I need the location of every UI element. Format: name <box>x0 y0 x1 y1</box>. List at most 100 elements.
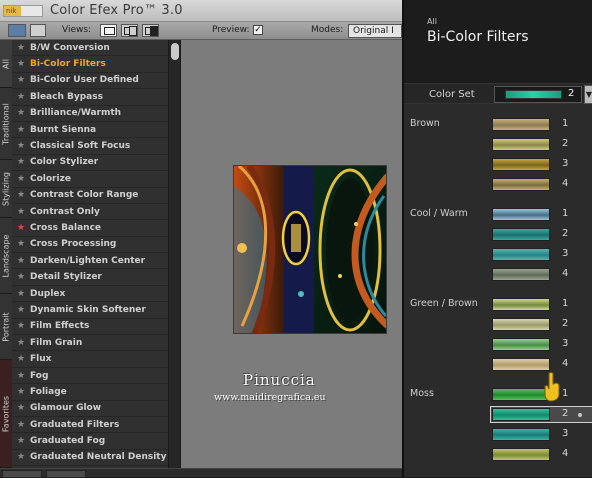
filter-item[interactable]: ★ Duplex <box>12 286 168 303</box>
filter-item-label: Bleach Bypass <box>30 91 103 102</box>
star-icon[interactable]: ★ <box>12 403 30 413</box>
swatch-number: 4 <box>562 358 569 369</box>
star-icon[interactable]: ★ <box>12 305 30 315</box>
star-icon[interactable]: ★ <box>12 354 30 364</box>
color-swatch-button[interactable] <box>492 178 550 191</box>
color-swatch-button[interactable] <box>492 318 550 331</box>
star-icon[interactable]: ★ <box>12 207 30 217</box>
color-swatch-button[interactable] <box>492 118 550 131</box>
filter-item[interactable]: ★ Graduated Filters <box>12 417 168 434</box>
color-swatch-button[interactable] <box>492 138 550 151</box>
scrollbar-thumb[interactable] <box>171 43 179 60</box>
star-icon[interactable]: ★ <box>12 272 30 282</box>
star-icon[interactable]: ★ <box>12 387 30 397</box>
color-swatch-button[interactable] <box>492 158 550 171</box>
star-icon[interactable]: ★ <box>12 371 30 381</box>
swatch-number: 2 <box>562 408 569 419</box>
modes-dropdown[interactable]: Original I <box>348 24 402 38</box>
star-icon[interactable]: ★ <box>12 321 30 331</box>
tab-traditional[interactable]: Traditional <box>0 88 12 160</box>
filter-item[interactable]: ★ Classical Soft Focus <box>12 138 168 155</box>
preview-checkbox[interactable]: ✓ <box>253 25 263 35</box>
filter-item[interactable]: ★ Cross Balance <box>12 220 168 237</box>
star-icon[interactable]: ★ <box>12 75 30 85</box>
filter-item-label: Burnt Sienna <box>30 124 97 135</box>
filter-item[interactable]: ★ Burnt Sienna <box>12 122 168 139</box>
star-icon[interactable]: ★ <box>12 190 30 200</box>
filter-item[interactable]: ★ B/W Conversion <box>12 40 168 57</box>
watermark-name: Pinuccia <box>243 371 316 389</box>
tab-portrait[interactable]: Portrait <box>0 294 12 360</box>
star-icon[interactable]: ★ <box>12 420 30 430</box>
star-icon[interactable]: ★ <box>12 43 30 53</box>
star-icon[interactable]: ★ <box>12 338 30 348</box>
color-swatch-button[interactable] <box>492 428 550 441</box>
filter-item[interactable]: ★ Detail Stylizer <box>12 269 168 286</box>
view-split-button[interactable] <box>121 24 138 37</box>
filter-item[interactable]: ★ Brilliance/Warmth <box>12 106 168 122</box>
star-icon[interactable]: ★ <box>12 157 30 167</box>
color-set-dropdown[interactable]: 2 <box>494 86 582 103</box>
filter-item[interactable]: ★ Graduated Neutral Density <box>12 450 168 467</box>
color-swatch-button[interactable] <box>492 268 550 281</box>
filter-item-label: Graduated Fog <box>30 436 106 447</box>
color-swatch-button[interactable] <box>492 298 550 311</box>
filter-list: ★ B/W Conversion ★ Bi-Color Filters ★ Bi-Colo… <box>12 40 168 468</box>
view-side-by-side-button[interactable] <box>142 24 159 37</box>
color-swatch-button[interactable] <box>492 338 550 351</box>
filter-item[interactable]: ★ Graduated Fog <box>12 433 168 450</box>
star-icon[interactable]: ★ <box>12 59 30 69</box>
color-swatch-button[interactable] <box>492 248 550 261</box>
star-icon[interactable]: ★ <box>12 108 30 118</box>
filter-item[interactable]: ★ Film Effects <box>12 319 168 336</box>
star-icon[interactable]: ★ <box>12 141 30 151</box>
filter-item[interactable]: ★ Color Stylizer <box>12 155 168 172</box>
swatch-number: 2 <box>562 228 569 239</box>
filter-item[interactable]: ★ Darken/Lighten Center <box>12 253 168 270</box>
star-icon[interactable]: ★ <box>12 223 30 233</box>
filter-item[interactable]: ★ Dynamic Skin Softener <box>12 302 168 319</box>
filter-item[interactable]: ★ Cross Processing <box>12 237 168 254</box>
filter-item[interactable]: ★ Glamour Glow <box>12 401 168 417</box>
filter-item[interactable]: ★ Contrast Only <box>12 204 168 221</box>
color-swatch-button[interactable] <box>492 208 550 221</box>
filter-item[interactable]: ★ Fog <box>12 368 168 385</box>
tab-favorites[interactable]: Favorites <box>0 360 12 468</box>
color-swatch-button[interactable] <box>492 408 550 421</box>
color-swatch-button[interactable] <box>492 448 550 461</box>
filter-item[interactable]: ★ Colorize <box>12 171 168 188</box>
filter-item-label: Film Effects <box>30 321 90 332</box>
star-icon[interactable]: ★ <box>12 125 30 135</box>
filter-item[interactable]: ★ Film Grain <box>12 335 168 352</box>
star-icon[interactable]: ★ <box>12 289 30 299</box>
star-icon[interactable]: ★ <box>12 256 30 266</box>
star-icon[interactable]: ★ <box>12 92 30 102</box>
panel-title: Bi-Color Filters <box>427 29 529 45</box>
filter-item[interactable]: ★ Bleach Bypass <box>12 89 168 106</box>
color-swatch-button[interactable] <box>492 228 550 241</box>
list-view-icon[interactable] <box>30 24 46 37</box>
color-set-label: Color Set <box>429 89 475 100</box>
color-swatch-button[interactable] <box>492 358 550 371</box>
star-icon[interactable]: ★ <box>12 436 30 446</box>
tab-all[interactable]: All <box>0 40 12 88</box>
view-single-button[interactable] <box>100 24 117 37</box>
app-title: Color Efex Pro™ 3.0 <box>50 3 183 18</box>
image-browser-icon[interactable] <box>8 24 26 37</box>
filter-item[interactable]: ★ Flux <box>12 351 168 368</box>
preview-area: Pinuccia www.maidiregrafica.eu <box>181 40 402 468</box>
filter-item[interactable]: ★ Foliage <box>12 384 168 401</box>
swatch-number: 4 <box>562 178 569 189</box>
filter-list-scrollbar[interactable] <box>168 40 180 468</box>
filter-item[interactable]: ★ Bi-Color User Defined <box>12 73 168 90</box>
star-icon[interactable]: ★ <box>12 239 30 249</box>
swatch-number: 2 <box>562 318 569 329</box>
swatch-number: 3 <box>562 428 569 439</box>
chevron-down-icon[interactable]: ▼ <box>584 85 592 104</box>
filter-item[interactable]: ★ Contrast Color Range <box>12 188 168 204</box>
star-icon[interactable]: ★ <box>12 174 30 184</box>
star-icon[interactable]: ★ <box>12 452 30 462</box>
tab-landscape[interactable]: Landscape <box>0 218 12 294</box>
filter-item[interactable]: ★ Bi-Color Filters <box>12 56 168 73</box>
tab-stylizing[interactable]: Stylizing <box>0 160 12 218</box>
